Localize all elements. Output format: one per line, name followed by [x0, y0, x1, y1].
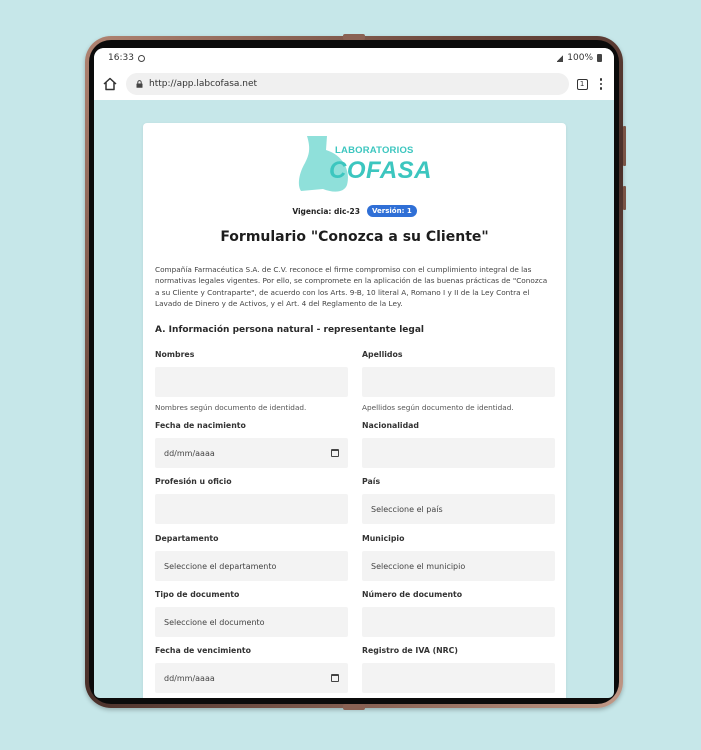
browser-toolbar: http://app.labcofasa.net 1	[94, 68, 614, 100]
registro-iva-input[interactable]	[362, 663, 555, 693]
calendar-icon[interactable]	[331, 674, 339, 682]
numero-documento-input[interactable]	[362, 607, 555, 637]
url-text: http://app.labcofasa.net	[149, 79, 258, 89]
address-bar[interactable]: http://app.labcofasa.net	[126, 73, 569, 95]
numero-documento-label: Número de documento	[362, 590, 463, 599]
tab-switcher-button[interactable]: 1	[576, 78, 588, 90]
pais-field-group: País Seleccione el país	[362, 477, 555, 524]
nombres-field-group: Nombres Nombres según documento de ident…	[155, 350, 348, 412]
nacionalidad-label: Nacionalidad	[362, 421, 420, 430]
status-time: 16:33	[108, 53, 134, 63]
hinge-bottom	[343, 704, 365, 710]
hinge-top	[343, 34, 365, 40]
logo-main-text: COFASA	[329, 157, 433, 184]
volume-button	[623, 126, 626, 166]
municipio-field-group: Municipio Seleccione el municipio	[362, 534, 555, 581]
apellidos-label: Apellidos	[362, 350, 403, 359]
power-button	[623, 186, 626, 210]
tipo-documento-field-group: Tipo de documento Seleccione el document…	[155, 590, 348, 637]
profesion-field-group: Profesión u oficio	[155, 477, 348, 524]
registro-iva-label: Registro de IVA (NRC)	[362, 646, 458, 655]
pais-label: País	[362, 477, 381, 486]
form-meta: Vigencia: dic-23 Versión: 1	[143, 205, 566, 217]
pais-select[interactable]: Seleccione el país	[362, 494, 555, 524]
vigencia-text: Vigencia: dic-23	[292, 206, 360, 216]
calendar-icon[interactable]	[331, 449, 339, 457]
more-menu-icon[interactable]	[596, 78, 606, 90]
battery-icon	[597, 54, 602, 62]
fecha-vencimiento-field-group: Fecha de vencimiento dd/mm/aaaa	[155, 646, 348, 693]
apellidos-field-group: Apellidos Apellidos según documento de i…	[362, 350, 555, 412]
status-bar: 16:33 100%	[94, 48, 614, 68]
home-icon[interactable]	[102, 76, 118, 92]
departamento-label: Departamento	[155, 534, 219, 543]
municipio-label: Municipio	[362, 534, 405, 543]
profesion-label: Profesión u oficio	[155, 477, 232, 486]
fecha-vencimiento-label: Fecha de vencimiento	[155, 646, 251, 655]
apellidos-help: Apellidos según documento de identidad.	[362, 403, 514, 412]
intro-paragraph: Compañía Farmacéutica S.A. de C.V. recon…	[155, 265, 548, 309]
departamento-field-group: Departamento Seleccione el departamento	[155, 534, 348, 581]
page-content: LABORATORIOS COFASA Vigencia: dic-23 Ver…	[94, 100, 614, 698]
version-badge: Versión: 1	[366, 205, 417, 217]
departamento-select[interactable]: Seleccione el departamento	[155, 551, 348, 581]
battery-percent: 100%	[567, 53, 593, 63]
notification-icon	[137, 54, 145, 62]
lock-icon	[136, 80, 143, 88]
cofasa-logo: LABORATORIOS COFASA	[293, 133, 432, 195]
fecha-vencimiento-input[interactable]: dd/mm/aaaa	[155, 663, 348, 693]
form-card: LABORATORIOS COFASA Vigencia: dic-23 Ver…	[143, 123, 566, 698]
nacionalidad-input[interactable]	[362, 438, 555, 468]
signal-icon	[557, 54, 564, 62]
nombres-label: Nombres	[155, 350, 195, 359]
registro-iva-field-group: Registro de IVA (NRC)	[362, 646, 555, 693]
tipo-documento-label: Tipo de documento	[155, 590, 240, 599]
nombres-input[interactable]	[155, 367, 348, 397]
fecha-nacimiento-label: Fecha de nacimiento	[155, 421, 246, 430]
fecha-vencimiento-value: dd/mm/aaaa	[164, 673, 215, 683]
profesion-input[interactable]	[155, 494, 348, 524]
nombres-help: Nombres según documento de identidad.	[155, 403, 307, 412]
section-heading: A. Información persona natural - represe…	[155, 325, 425, 335]
fecha-nacimiento-field-group: Fecha de nacimiento dd/mm/aaaa	[155, 421, 348, 468]
tipo-documento-select[interactable]: Seleccione el documento	[155, 607, 348, 637]
fecha-nacimiento-value: dd/mm/aaaa	[164, 448, 215, 458]
numero-documento-field-group: Número de documento	[362, 590, 555, 637]
apellidos-input[interactable]	[362, 367, 555, 397]
nacionalidad-field-group: Nacionalidad	[362, 421, 555, 468]
logo-top-text: LABORATORIOS	[335, 145, 414, 156]
device-screen: 16:33 100% http://app.labcofasa.net 1 LA…	[94, 48, 614, 698]
page-title: Formulario "Conozca a su Cliente"	[220, 229, 489, 245]
municipio-select[interactable]: Seleccione el municipio	[362, 551, 555, 581]
fecha-nacimiento-input[interactable]: dd/mm/aaaa	[155, 438, 348, 468]
